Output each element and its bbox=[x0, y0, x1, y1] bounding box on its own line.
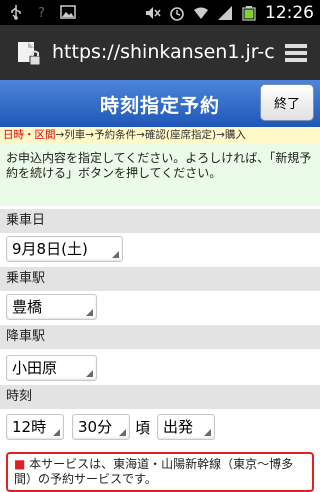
departure-arrival-mode-select[interactable]: 出発 bbox=[157, 414, 215, 440]
approx-text: 頃 bbox=[135, 419, 151, 437]
minute-select[interactable]: 30分 bbox=[72, 414, 130, 440]
usb-icon bbox=[11, 5, 21, 20]
service-notice: ■ 本サービスは、東海道・山陽新幹線（東京～博多間）の予約サービスです。 bbox=[6, 452, 314, 492]
departure-station-value: 豊橋 bbox=[12, 298, 43, 316]
page-lock-icon bbox=[18, 42, 41, 66]
status-bar: ? 12:26 bbox=[0, 0, 320, 25]
url-field[interactable]: https://shinkansen1.jr-cen bbox=[52, 41, 274, 63]
arrival-station-value: 小田原 bbox=[12, 359, 58, 377]
menu-icon[interactable] bbox=[284, 42, 308, 64]
instruction-message: お申込内容を指定してください。よろしければ、「新規予約を続ける」ボタンを押してく… bbox=[0, 144, 320, 206]
mute-icon bbox=[146, 7, 161, 19]
notice-bullet: ■ bbox=[14, 457, 26, 471]
alarm-icon bbox=[170, 7, 184, 21]
signal-icon bbox=[218, 6, 232, 20]
dropdown-arrow-icon bbox=[112, 251, 119, 258]
dropdown-arrow-icon bbox=[204, 429, 211, 436]
mode-select-value: 出発 bbox=[163, 418, 194, 436]
question-icon: ? bbox=[38, 6, 45, 20]
page-header: 時刻指定予約 終了 bbox=[0, 80, 320, 127]
status-right-icons: 12:26 bbox=[145, 3, 314, 23]
minute-select-value: 30分 bbox=[78, 418, 113, 436]
hour-select[interactable]: 12時 bbox=[6, 414, 64, 440]
status-time: 12:26 bbox=[265, 3, 314, 23]
departure-station-label: 乗車駅 bbox=[0, 267, 320, 291]
hour-select-value: 12時 bbox=[12, 418, 47, 436]
dropdown-arrow-icon bbox=[86, 309, 93, 316]
breadcrumb: 日時・区間→列車→予約条件→確認(座席指定)→購入 bbox=[0, 127, 320, 144]
end-button[interactable]: 終了 bbox=[260, 84, 314, 121]
wifi-icon bbox=[194, 7, 208, 19]
dropdown-arrow-icon bbox=[86, 370, 93, 377]
breadcrumb-remaining-steps: →列車→予約条件→確認(座席指定)→購入 bbox=[55, 129, 246, 141]
time-label: 時刻 bbox=[0, 385, 320, 409]
browser-url-bar: https://shinkansen1.jr-cen bbox=[0, 25, 320, 80]
battery-icon bbox=[242, 6, 256, 21]
date-select[interactable]: 9月8日(土) bbox=[6, 236, 123, 262]
dropdown-arrow-icon bbox=[119, 429, 126, 436]
dropdown-arrow-icon bbox=[53, 429, 60, 436]
notice-text: 本サービスは、東海道・山陽新幹線（東京～博多間）の予約サービスです。 bbox=[14, 457, 294, 486]
departure-station-select[interactable]: 豊橋 bbox=[6, 294, 97, 320]
status-left-icons: ? bbox=[8, 4, 76, 20]
svg-text:?: ? bbox=[38, 6, 45, 20]
breadcrumb-active-step: 日時・区間 bbox=[3, 129, 56, 141]
image-icon bbox=[60, 5, 76, 19]
date-select-value: 9月8日(土) bbox=[12, 240, 88, 258]
arrival-station-select[interactable]: 小田原 bbox=[6, 355, 97, 381]
arrival-station-label: 降車駅 bbox=[0, 325, 320, 349]
date-label: 乗車日 bbox=[0, 209, 320, 233]
